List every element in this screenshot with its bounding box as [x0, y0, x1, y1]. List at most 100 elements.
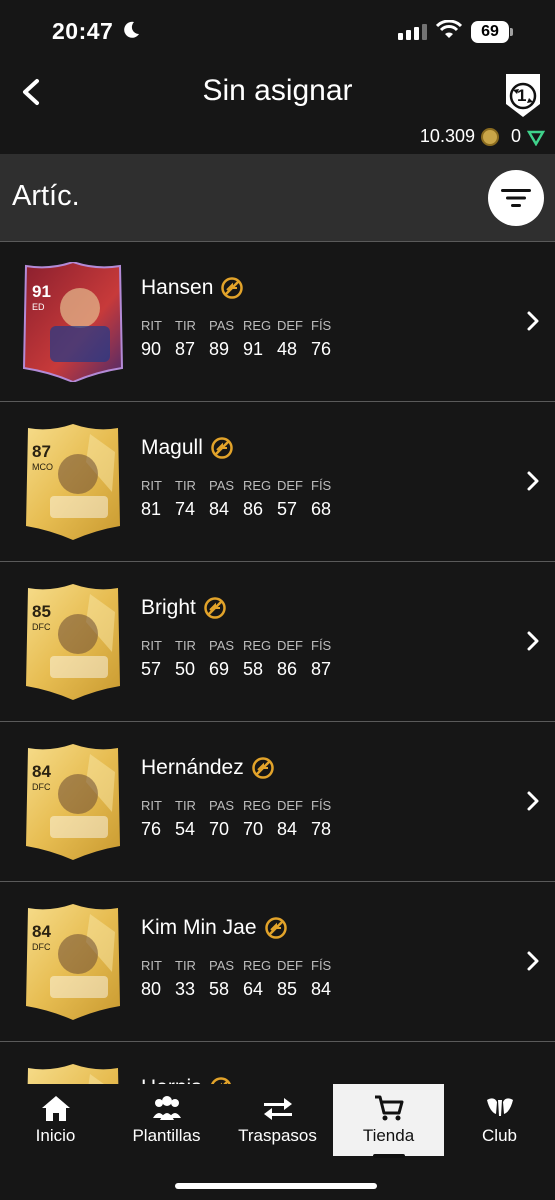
stat-value: 57	[141, 659, 162, 679]
transfers-icon	[263, 1098, 292, 1120]
stat-column: DEF 85	[277, 958, 310, 1000]
stat-column: FÍS 84	[311, 958, 344, 1000]
tab-traspasos[interactable]: Traspasos	[222, 1084, 333, 1156]
stat-label: PAS	[209, 318, 235, 333]
tab-label: Plantillas	[132, 1126, 201, 1145]
player-name: Magull	[141, 436, 203, 459]
player-row[interactable]: 84 DFC Hernández RIT 76 TIR 54 PAS 70 REG 70 DEF 84 F…	[0, 722, 555, 882]
player-card: 84 DFC	[20, 742, 126, 862]
stat-label: DEF	[277, 478, 303, 493]
stat-value: 70	[209, 819, 230, 839]
stat-label: DEF	[277, 798, 303, 813]
stat-column: PAS 70	[209, 798, 242, 840]
tab-label: Tienda	[362, 1126, 415, 1145]
stat-value: 48	[277, 339, 298, 359]
player-name-line: Hansen	[141, 276, 244, 300]
player-card	[20, 1062, 126, 1084]
stat-label: PAS	[209, 958, 235, 973]
stat-column: TIR 74	[175, 478, 208, 520]
status-bar: 20:47 69	[0, 0, 555, 66]
card-rating: 85	[32, 602, 51, 621]
stat-label: RIT	[141, 798, 162, 813]
stat-label: TIR	[175, 638, 196, 653]
stat-value: 70	[243, 819, 264, 839]
tab-label: Inicio	[35, 1126, 76, 1145]
stat-label: TIR	[175, 798, 196, 813]
stat-value: 86	[243, 499, 264, 519]
tab-tienda[interactable]: Tienda	[333, 1084, 444, 1158]
stat-label: TIR	[175, 318, 196, 333]
stat-column: RIT 57	[141, 638, 174, 680]
card-rating: 87	[32, 442, 51, 461]
battery-level: 69	[471, 21, 509, 43]
stat-column: DEF 48	[277, 318, 310, 360]
filter-icon	[501, 189, 531, 207]
stat-label: FÍS	[311, 318, 332, 333]
stat-value: 85	[277, 979, 298, 999]
stat-value: 89	[209, 339, 230, 359]
chevron-right-icon	[527, 791, 539, 811]
stat-value: 81	[141, 499, 162, 519]
stat-column: REG 86	[243, 478, 276, 520]
home-indicator	[175, 1183, 377, 1189]
player-row[interactable]: 84 DFC Kim Min Jae RIT 80 TIR 33 PAS 58 REG 64 DEF 8…	[0, 882, 555, 1042]
section-label: Artíc.	[12, 180, 80, 212]
stat-label: FÍS	[311, 958, 332, 973]
tab-plantillas[interactable]: Plantillas	[111, 1084, 222, 1156]
player-name: Kim Min Jae	[141, 916, 257, 939]
stat-value: 58	[243, 659, 264, 679]
chevron-right-icon	[527, 631, 539, 651]
stat-value: 91	[243, 339, 264, 359]
player-name-line: Magull	[141, 436, 233, 460]
player-card: 87 MCO	[20, 422, 126, 542]
player-row[interactable]: HernisRITTIRPASREGDEFFÍS	[0, 1042, 555, 1084]
stat-column: TIR 50	[175, 638, 208, 680]
stat-column: REG 58	[243, 638, 276, 680]
points-value: 0	[510, 126, 521, 146]
stat-value: 78	[311, 819, 332, 839]
untradeable-icon	[251, 757, 274, 779]
player-row[interactable]: 85 DFC Bright RIT 57 TIR 50 PAS 69 REG 58 DEF 86 FÍS 8…	[0, 562, 555, 722]
player-row[interactable]: 87 MCO Magull RIT 81 TIR 74 PAS 84 REG 86 DEF 57 FÍS 6…	[0, 402, 555, 562]
club-icon	[486, 1098, 513, 1116]
player-card: 84 DFC	[20, 902, 126, 1022]
stat-value: 76	[141, 819, 162, 839]
player-list: 91 ED Hansen RIT 90 TIR 87 PAS 89 REG 91 DEF 48 FÍS 76…	[0, 242, 555, 1084]
stat-value: 58	[209, 979, 230, 999]
stat-value: 87	[311, 659, 332, 679]
tab-club[interactable]: Club	[444, 1084, 555, 1156]
player-stats: RIT 76 TIR 54 PAS 70 REG 70 DEF 84 FÍS 78	[141, 798, 345, 840]
chevron-right-icon	[527, 311, 539, 331]
stat-label: TIR	[175, 478, 196, 493]
player-name: Hernández	[141, 756, 244, 779]
stat-column: RIT 90	[141, 318, 174, 360]
card-position: MCO	[32, 462, 53, 472]
stat-column: REG 91	[243, 318, 276, 360]
card-rating: 84	[32, 922, 51, 941]
stat-column: PAS 69	[209, 638, 242, 680]
stat-label: REG	[243, 798, 272, 813]
stat-value: 50	[175, 659, 196, 679]
filter-button[interactable]	[488, 170, 544, 226]
stat-label: TIR	[175, 958, 196, 973]
stat-label: DEF	[277, 318, 303, 333]
objectives-button[interactable]: 1	[500, 70, 546, 120]
stat-column: RIT 81	[141, 478, 174, 520]
stat-value: 68	[311, 499, 332, 519]
wifi-icon	[436, 20, 462, 38]
stat-label: DEF	[277, 958, 303, 973]
tab-inicio[interactable]: Inicio	[0, 1084, 111, 1156]
stat-label: PAS	[209, 638, 235, 653]
player-row[interactable]: 91 ED Hansen RIT 90 TIR 87 PAS 89 REG 91 DEF 48 FÍS 76	[0, 242, 555, 402]
card-position: DFC	[32, 782, 51, 792]
stat-label: RIT	[141, 638, 162, 653]
objectives-badge: 1	[517, 86, 527, 105]
home-icon	[41, 1096, 70, 1121]
stat-value: 57	[277, 499, 298, 519]
stat-column: RIT 76	[141, 798, 174, 840]
player-name: Hansen	[141, 276, 214, 299]
battery-icon	[510, 28, 513, 36]
stat-value: 80	[141, 979, 162, 999]
stat-column: FÍS 76	[311, 318, 344, 360]
stat-column: FÍS 68	[311, 478, 344, 520]
